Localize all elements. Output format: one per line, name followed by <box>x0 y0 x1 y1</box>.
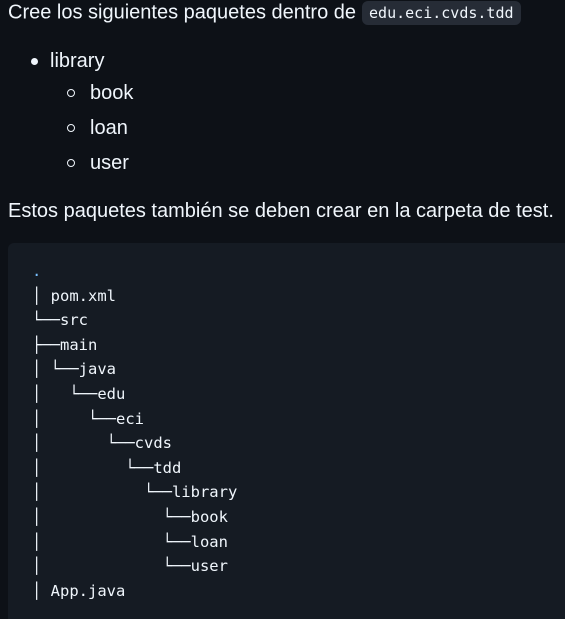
directory-tree: . │ pom.xml └──src ├──main │ └──java │ └… <box>32 259 237 603</box>
sub-item-label: book <box>90 82 134 104</box>
list-item-loan: loan <box>0 111 133 146</box>
tree-line: │ └──book <box>32 507 228 526</box>
tree-line: │ App.java <box>32 581 126 600</box>
tree-line: ├──main <box>32 335 98 354</box>
code-block: . │ pom.xml └──src ├──main │ └──java │ └… <box>8 243 565 619</box>
tree-root: . <box>32 262 42 280</box>
list-item-book: book <box>0 76 133 111</box>
tree-line: │ └──tdd <box>32 458 182 477</box>
tree-line: │ └──loan <box>32 532 228 551</box>
tree-line: │ └──edu <box>32 384 126 403</box>
inline-code: edu.eci.cvds.tdd <box>362 0 521 25</box>
sub-item-label: loan <box>90 117 128 139</box>
tree-line: │ └──java <box>32 360 116 379</box>
tree-line: │ └──cvds <box>32 434 172 453</box>
tree-line: │ └──library <box>32 483 238 502</box>
package-list: library book loan user <box>0 46 133 181</box>
list-item-library: library <box>0 46 133 76</box>
tree-line: │ pom.xml <box>32 286 116 305</box>
intro-line: Cree los siguientes paquetes dentro de ed… <box>8 0 521 25</box>
list-item-label: library <box>50 50 105 72</box>
tree-line: └──src <box>32 311 88 330</box>
tree-line: │ └──eci <box>32 409 144 428</box>
sub-item-label: user <box>90 152 129 174</box>
sub-package-list: book loan user <box>0 76 133 181</box>
sub-list-container: book loan user <box>0 76 133 181</box>
list-item-user: user <box>0 146 133 181</box>
intro-text: Cree los siguientes paquetes dentro de <box>8 1 357 24</box>
paragraph: Estos paquetes también se deben crear en… <box>8 200 554 222</box>
tree-line: │ └──user <box>32 557 228 576</box>
